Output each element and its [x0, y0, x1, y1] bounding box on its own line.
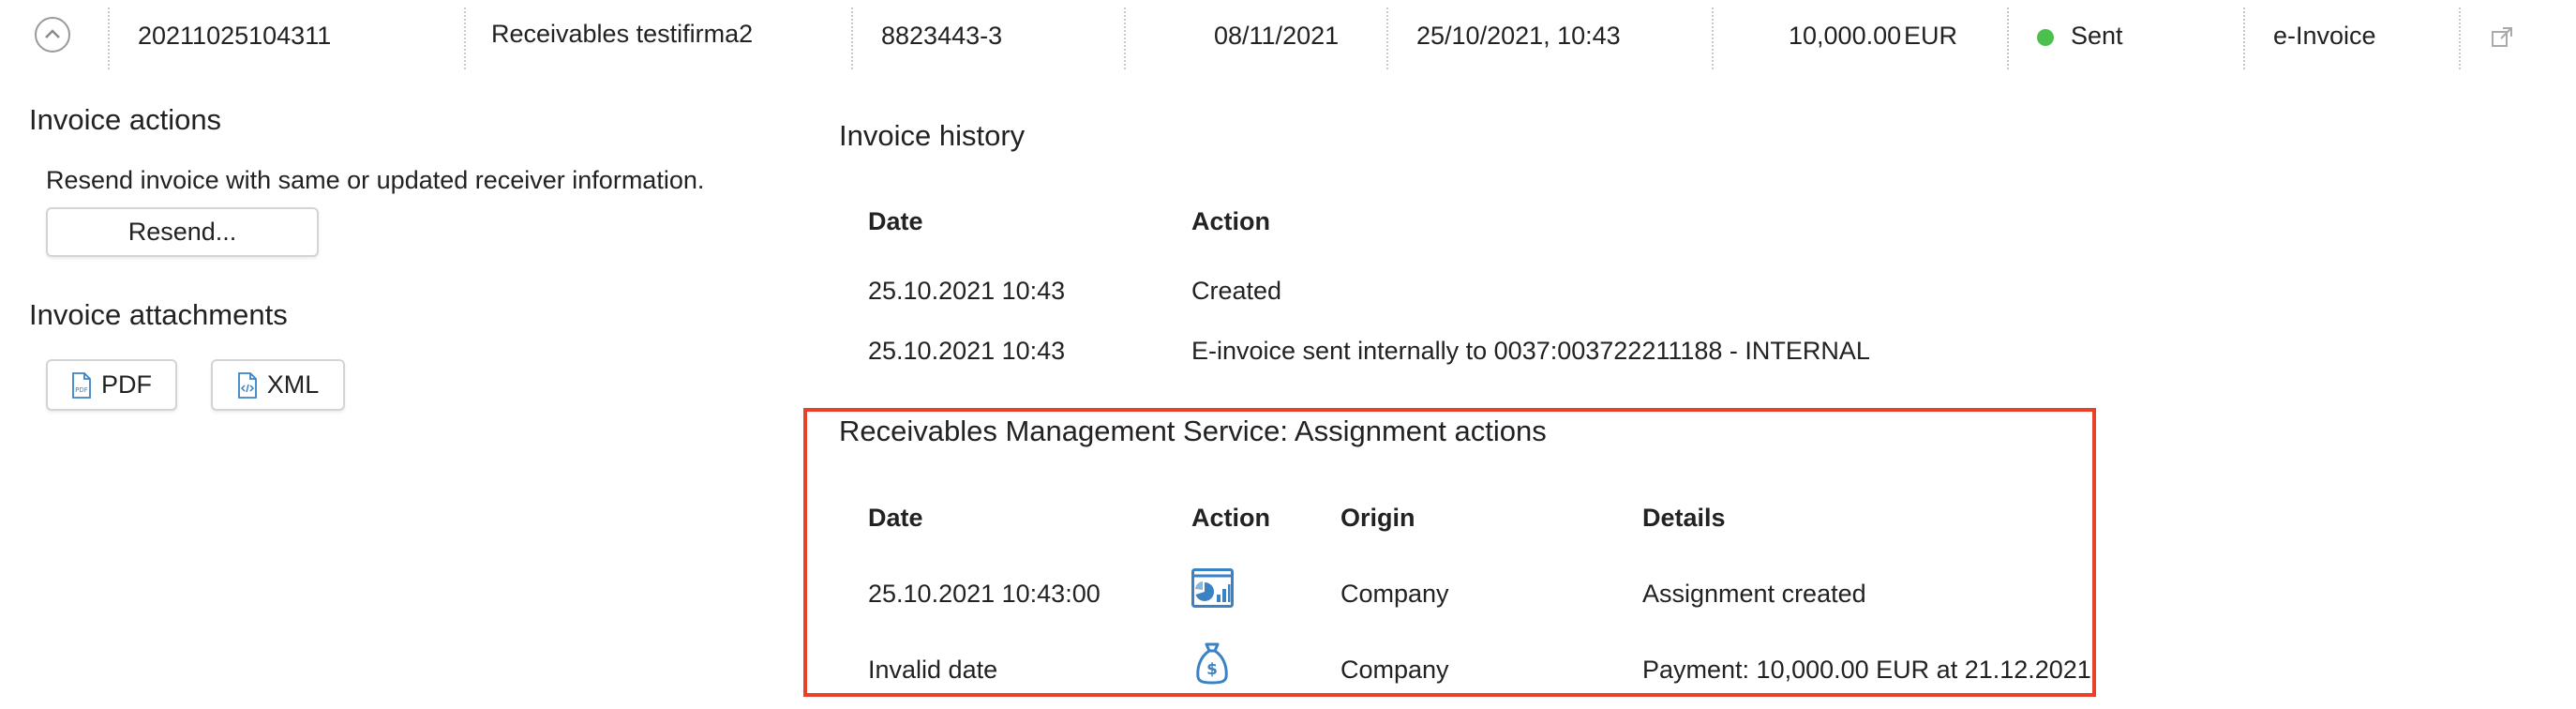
resend-button-label: Resend... — [127, 218, 237, 246]
history-action: E-invoice sent internally to 0037:003722… — [1191, 337, 1870, 365]
history-action: Created — [1191, 277, 1282, 305]
invoice-amount: 10,000.00 — [1789, 22, 1902, 50]
assignment-actions-title: Receivables Management Service: Assignme… — [839, 415, 1547, 447]
column-divider — [2243, 8, 2245, 69]
column-divider — [2459, 8, 2461, 69]
assignment-details: Payment: 10,000.00 EUR at 21.12.2021 — [1642, 656, 2091, 684]
column-divider — [1712, 8, 1714, 69]
invoice-currency: EUR — [1904, 22, 1958, 50]
xml-download-button[interactable]: XML — [211, 359, 345, 411]
invoice-type: e-Invoice — [2273, 22, 2376, 50]
money-bag-icon: $ — [1196, 642, 1228, 685]
chevron-up-icon — [45, 29, 60, 38]
assignment-header-date: Date — [868, 504, 923, 532]
column-divider — [108, 8, 110, 69]
status-dot — [2037, 29, 2054, 46]
report-chart-icon — [1191, 568, 1234, 608]
invoice-history-title: Invoice history — [839, 119, 1026, 152]
resend-button[interactable]: Resend... — [46, 207, 319, 257]
assignment-details: Assignment created — [1642, 580, 1866, 608]
created-datetime: 25/10/2021, 10:43 — [1416, 22, 1621, 50]
column-divider — [1124, 8, 1126, 69]
history-header-action: Action — [1191, 207, 1270, 235]
customer-name: Receivables testifirma2 — [491, 20, 754, 48]
assignment-actions-highlight — [803, 408, 2096, 697]
external-link-icon[interactable] — [2491, 26, 2513, 49]
column-divider — [851, 8, 853, 69]
due-date: 08/11/2021 — [1214, 22, 1340, 50]
assignment-header-details: Details — [1642, 504, 1726, 532]
invoice-actions-title: Invoice actions — [29, 103, 222, 136]
history-header-date: Date — [868, 207, 923, 235]
invoice-number: 20211025104311 — [138, 22, 332, 50]
collapse-toggle-button[interactable] — [35, 17, 70, 53]
column-divider — [464, 8, 466, 69]
history-date: 25.10.2021 10:43 — [868, 337, 1066, 365]
assignment-header-origin: Origin — [1340, 504, 1415, 532]
status-label: Sent — [2071, 22, 2123, 50]
reference-number: 8823443-3 — [881, 22, 1003, 50]
column-divider — [2007, 8, 2009, 69]
assignment-origin: Company — [1340, 656, 1449, 684]
svg-text:$: $ — [1206, 660, 1218, 679]
assignment-date: 25.10.2021 10:43:00 — [868, 580, 1101, 608]
invoice-attachments-title: Invoice attachments — [29, 298, 288, 331]
svg-text:PDF: PDF — [75, 386, 88, 394]
pdf-file-icon: PDF — [72, 371, 91, 399]
xml-file-icon — [237, 371, 257, 399]
pdf-button-label: PDF — [101, 370, 152, 399]
assignment-origin: Company — [1340, 580, 1449, 608]
xml-button-label: XML — [266, 370, 320, 399]
pdf-download-button[interactable]: PDF PDF — [46, 359, 177, 411]
column-divider — [1386, 8, 1388, 69]
resend-description: Resend invoice with same or updated rece… — [46, 166, 705, 194]
assignment-header-action: Action — [1191, 504, 1270, 532]
history-date: 25.10.2021 10:43 — [868, 277, 1066, 305]
assignment-date: Invalid date — [868, 656, 998, 684]
